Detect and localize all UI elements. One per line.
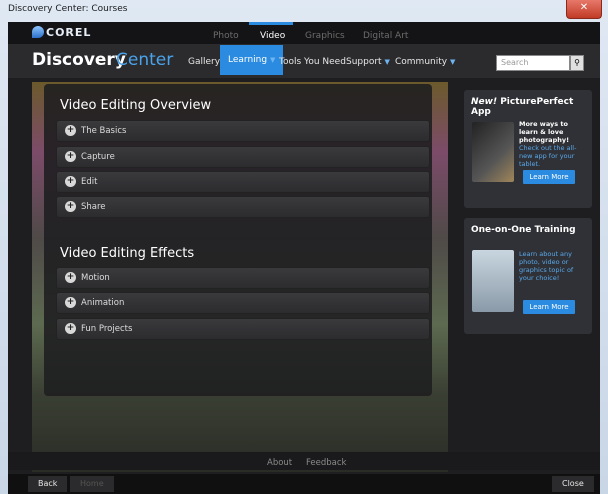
app-content: COREL Photo Video Graphics Digital Art D… — [8, 22, 600, 494]
title-bar: Discovery Center: Courses ✕ — [0, 0, 608, 22]
footer-feedback-link[interactable]: Feedback — [306, 458, 346, 468]
nav-community-label: Community — [395, 57, 448, 67]
tablet-image — [472, 122, 514, 182]
promo-picture-perfect: New! PicturePerfect App More ways to lea… — [464, 90, 592, 208]
section-title-overview: Video Editing Overview — [60, 98, 212, 113]
tab-video[interactable]: Video — [260, 31, 285, 41]
course-item[interactable]: + Motion — [56, 267, 430, 289]
course-item[interactable]: + Animation — [56, 292, 430, 314]
course-item-label: Share — [81, 202, 106, 212]
course-item-label: Capture — [81, 152, 115, 162]
tab-digital-art[interactable]: Digital Art — [363, 31, 408, 41]
search-icon[interactable]: ⚲ — [570, 55, 584, 71]
learn-more-button[interactable]: Learn More — [523, 300, 575, 314]
corel-logo[interactable]: COREL — [32, 26, 91, 39]
plus-icon: + — [65, 272, 76, 283]
plus-icon: + — [65, 323, 76, 334]
plus-icon: + — [65, 201, 76, 212]
plus-icon: + — [65, 151, 76, 162]
nav-learning[interactable]: Learning ▼ — [220, 45, 284, 75]
plus-icon: + — [65, 176, 76, 187]
promo-new-badge: New! — [471, 97, 498, 107]
nav-support[interactable]: Support ▼ — [346, 57, 390, 67]
promo-text: More ways to learn & love photography! C… — [519, 120, 587, 168]
promo-title: One-on-One Training — [471, 225, 576, 235]
course-item[interactable]: + Fun Projects — [56, 318, 430, 340]
course-item-label: Motion — [81, 273, 110, 283]
chevron-down-icon: ▼ — [384, 58, 390, 66]
footer-about-link[interactable]: About — [267, 458, 292, 468]
course-item-label: Animation — [81, 298, 125, 308]
promo-title: New! PicturePerfect App — [471, 97, 592, 117]
promo-text-white: More ways to learn & love photography! — [519, 120, 570, 144]
close-icon[interactable]: ✕ — [566, 0, 602, 19]
brand-subtitle: Center — [116, 50, 174, 70]
promo-text: Learn about any photo, video or graphics… — [519, 250, 587, 282]
course-item[interactable]: + Edit — [56, 171, 430, 193]
tab-graphics[interactable]: Graphics — [305, 31, 345, 41]
trainer-photo — [472, 250, 514, 312]
app-window: Discovery Center: Courses ✕ COREL Photo … — [0, 0, 608, 494]
search-input[interactable]: Search — [496, 55, 570, 71]
learn-more-button[interactable]: Learn More — [523, 170, 575, 184]
nav-support-label: Support — [346, 57, 382, 67]
active-tab-indicator — [249, 22, 293, 25]
course-item-label: Fun Projects — [81, 324, 133, 334]
nav-community[interactable]: Community ▼ — [395, 57, 455, 67]
chevron-down-icon: ▼ — [449, 58, 456, 66]
plus-icon: + — [65, 297, 76, 308]
section-title-effects: Video Editing Effects — [60, 246, 195, 261]
brand-title: Discovery — [32, 50, 126, 70]
footer — [8, 452, 600, 470]
nav-tools[interactable]: Tools You Need — [279, 57, 346, 67]
course-item-label: Edit — [81, 177, 98, 187]
tab-photo[interactable]: Photo — [213, 31, 239, 41]
logo-text: COREL — [46, 26, 92, 39]
course-item[interactable]: + The Basics — [56, 120, 430, 142]
nav-learning-label: Learning — [228, 55, 268, 65]
promo-text-blue: Learn about any photo, video or graphics… — [519, 250, 574, 282]
home-button[interactable]: Home — [70, 476, 114, 492]
window-title: Discovery Center: Courses — [8, 4, 128, 14]
product-bar: COREL Photo Video Graphics Digital Art — [8, 22, 600, 45]
balloon-icon — [32, 26, 44, 38]
course-item[interactable]: + Share — [56, 196, 430, 218]
course-item[interactable]: + Capture — [56, 146, 430, 168]
close-button[interactable]: Close — [552, 476, 594, 492]
promo-text-blue: Check out the all-new app for your table… — [519, 144, 577, 168]
plus-icon: + — [65, 125, 76, 136]
chevron-down-icon: ▼ — [269, 56, 276, 64]
course-item-label: The Basics — [81, 126, 127, 136]
nav-gallery[interactable]: Gallery — [188, 57, 220, 67]
promo-training: One-on-One Training Learn about any phot… — [464, 218, 592, 334]
back-button[interactable]: Back — [28, 476, 68, 492]
